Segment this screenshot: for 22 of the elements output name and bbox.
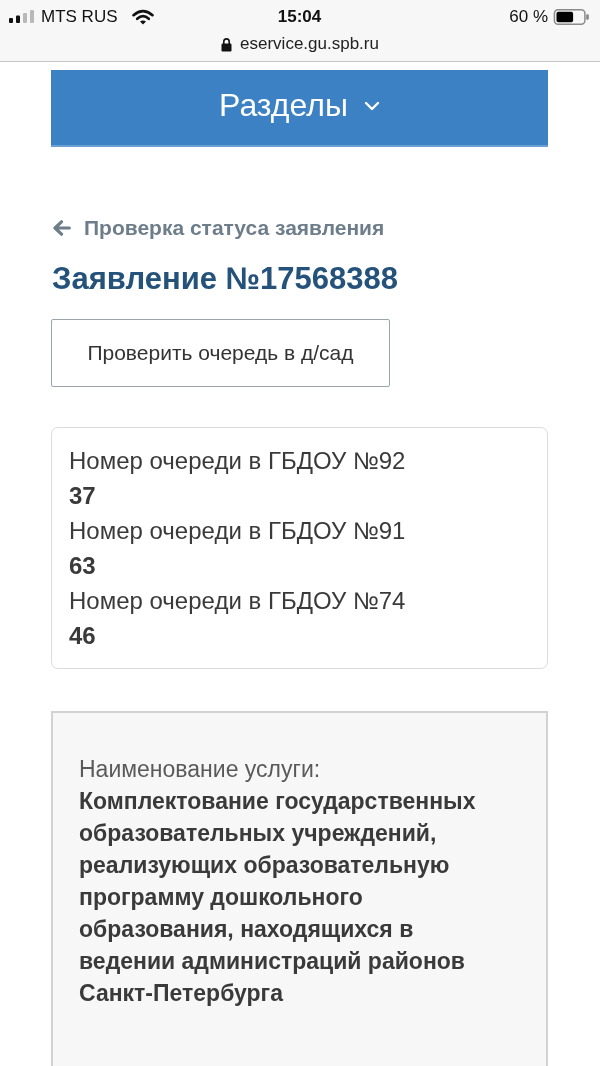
battery-icon [553,8,590,25]
carrier-name: MTS RUS [41,6,118,27]
signal-icon [9,10,35,23]
queue-label: Номер очереди в ГБДОУ №91 [69,516,406,546]
wifi-icon [131,8,154,25]
queue-label: Номер очереди в ГБДОУ №74 [69,586,406,616]
queue-number: 63 [69,551,96,581]
service-label: Наименование услуги: [79,755,321,784]
queue-number: 37 [69,481,96,511]
url-text: eservice.gu.spb.ru [240,34,379,54]
sections-menu-button[interactable]: Разделы [51,70,548,147]
back-link[interactable]: Проверка статуса заявления [51,216,385,240]
service-name: Комплектование государственных образовательных учреждений, реализующих образовательную программу дошкольного образования, находящихся в ведении администраций районов Санкт-Петербурга [79,787,477,1008]
clock-time: 15:04 [277,6,322,27]
arrow-left-icon [53,220,71,236]
check-queue-button[interactable]: Проверить очередь в д/сад [51,319,390,387]
battery-percent: 60 % [509,6,548,27]
chevron-down-icon [363,100,380,111]
lock-icon [221,36,233,52]
queue-label: Номер очереди в ГБДОУ №92 [69,446,406,476]
page-title: Заявление №17568388 [51,260,399,298]
queue-number: 46 [69,621,96,651]
